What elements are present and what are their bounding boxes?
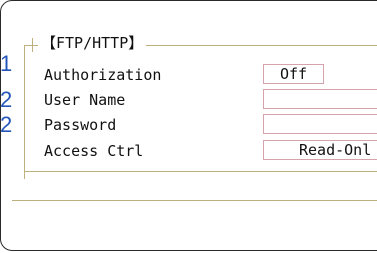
outer-separator-line [12,200,377,201]
authorization-field[interactable]: Off [263,64,324,84]
callout-marker-2: 2 [0,87,13,112]
user-name-field[interactable] [263,89,377,109]
group-bottom-line [24,171,377,172]
callout-marker-1: 1 [0,51,13,76]
access-ctrl-label: Access Ctrl [44,142,144,160]
group-left-line [24,45,25,179]
access-ctrl-field[interactable]: Read-Onl [263,140,377,160]
authorization-label: Authorization [44,66,162,84]
password-label: Password [44,116,117,134]
password-field[interactable] [263,114,377,134]
callout-marker-3: 2 [0,112,13,137]
user-name-label: User Name [44,91,126,109]
group-left-tick [32,38,33,52]
section-title: 【FTP/HTTP】 [38,34,147,52]
